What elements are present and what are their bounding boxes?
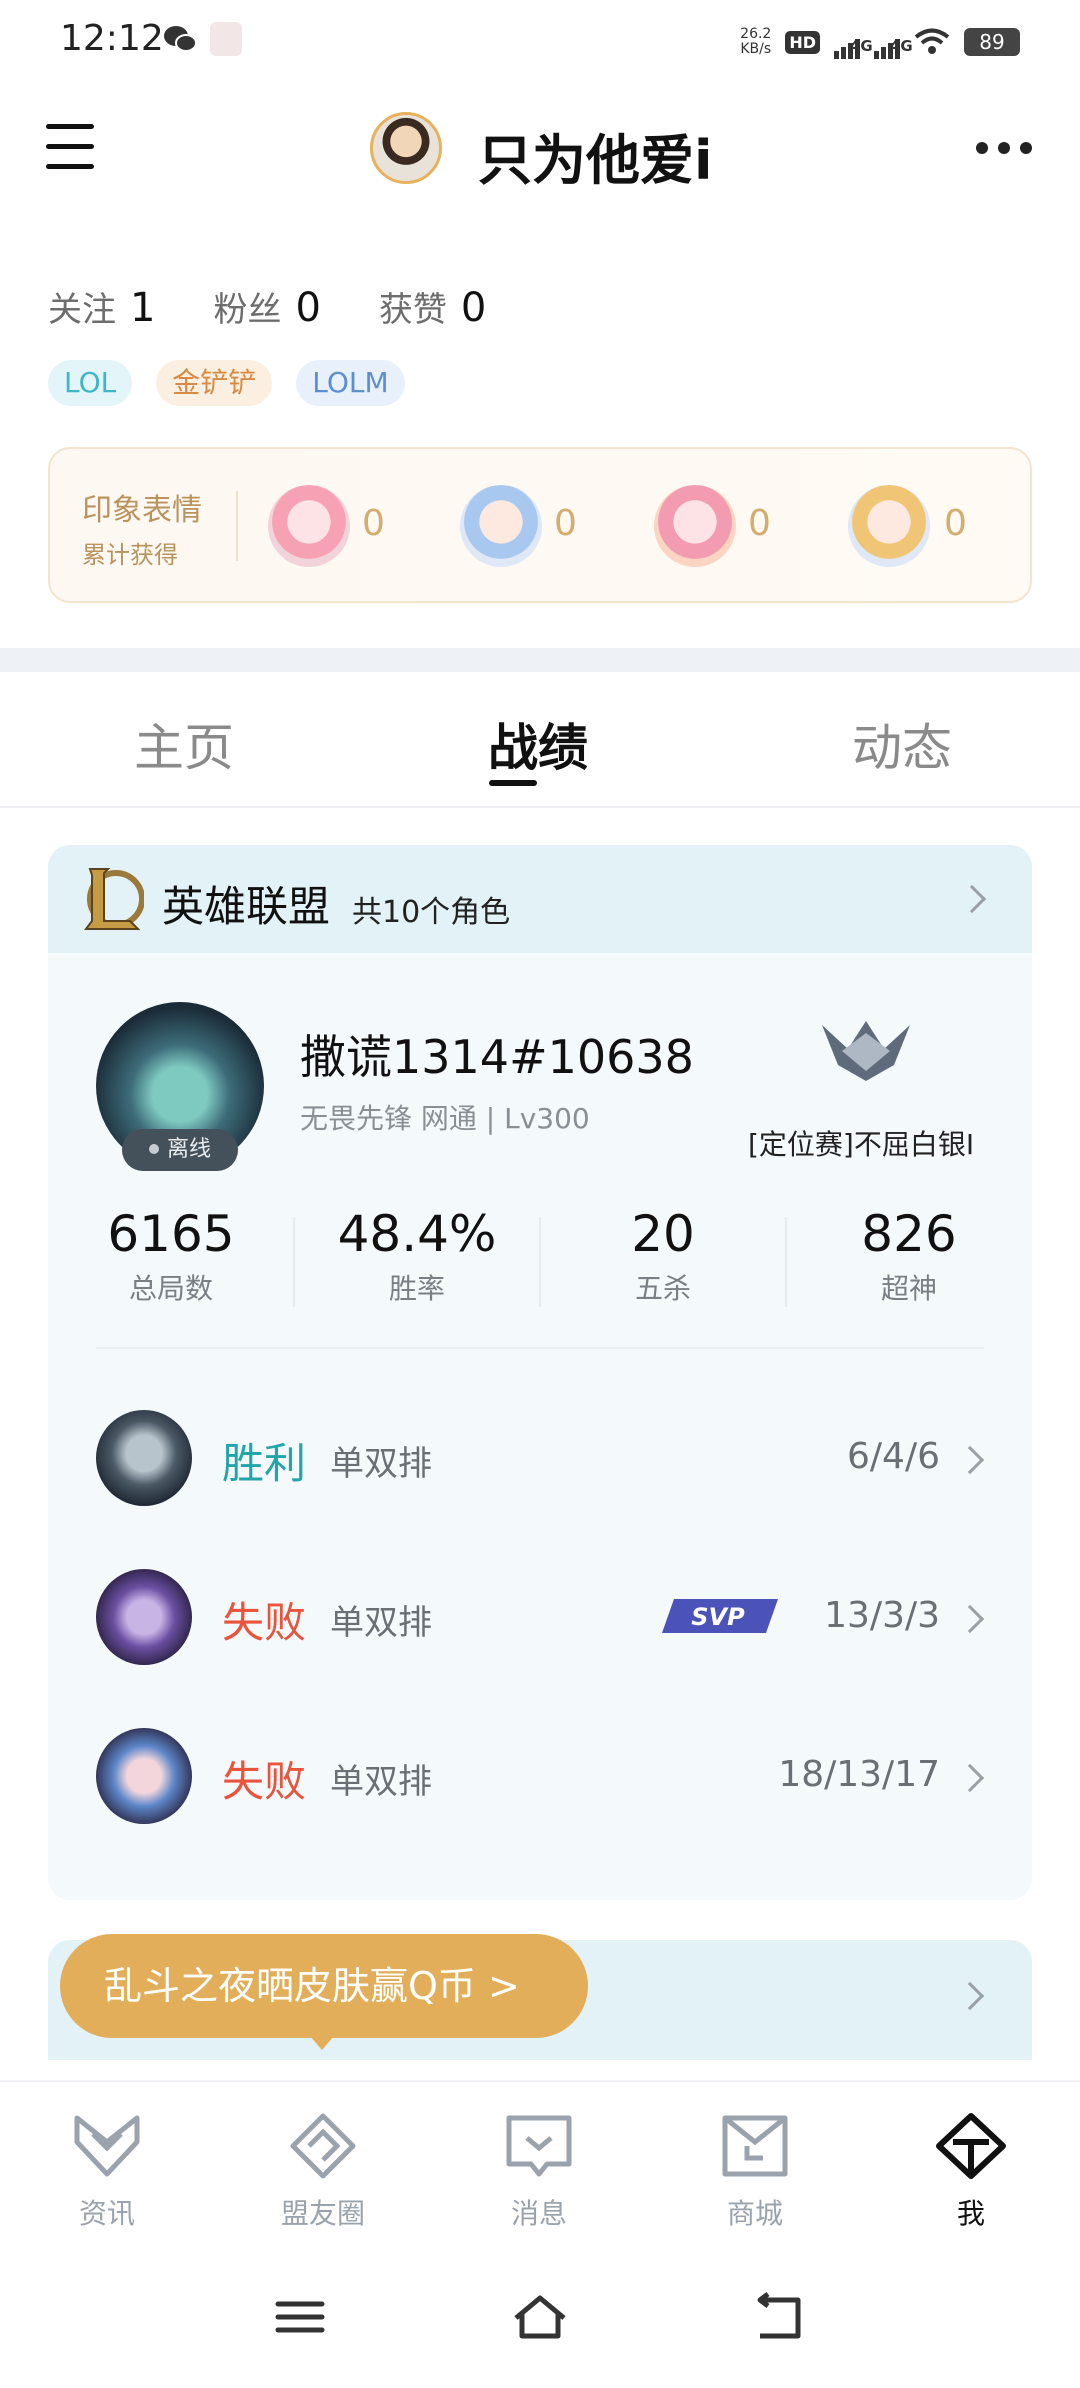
active-tab-indicator: [489, 780, 537, 786]
champion-icon: [96, 1569, 192, 1665]
network-speed: 26.2 KB/s: [740, 26, 772, 57]
message-icon: [506, 2115, 572, 2177]
lol-logo-icon: [84, 868, 144, 930]
stat-followers[interactable]: 粉丝 0: [213, 282, 320, 331]
rank-emblem-icon[interactable]: [818, 1015, 914, 1087]
metric-legendary: 826 超神: [861, 1205, 957, 1305]
chevron-right-icon: [957, 884, 987, 914]
tab-activity[interactable]: 动态: [852, 708, 952, 780]
svg-text:SVP: SVP: [691, 1603, 745, 1631]
emote-angry-icon: [268, 485, 350, 567]
signal-icon: 4G: [834, 25, 873, 59]
match-result: 胜利: [222, 1439, 307, 1488]
chevron-right-icon: [955, 1763, 985, 1793]
profile-stats: 关注 1 粉丝 0 获赞 0: [48, 282, 544, 331]
tag-lolm[interactable]: LOLM: [296, 360, 405, 406]
back-icon[interactable]: [750, 2292, 810, 2342]
game-name: 英雄联盟: [162, 882, 331, 931]
signal-icon: 4G: [874, 25, 913, 59]
rank-text: [定位赛]不屈白银I: [748, 1128, 975, 1161]
match-row[interactable]: 胜利 单双排 6/4/6: [48, 1408, 1032, 1508]
avatar[interactable]: [370, 112, 442, 184]
emote-heart-icon: [654, 485, 736, 567]
news-icon: [74, 2115, 140, 2177]
match-result: 失败: [222, 1598, 307, 1647]
match-kda: 13/3/3: [824, 1595, 940, 1636]
tab-home[interactable]: 主页: [134, 708, 234, 780]
tag-jcc[interactable]: 金铲铲: [156, 360, 273, 406]
app-notification-icon: [210, 22, 242, 56]
game-tags: LOL 金铲铲 LOLM: [48, 360, 405, 406]
username: 只为他爱i: [478, 129, 713, 192]
nav-news[interactable]: 资讯: [32, 2112, 182, 2232]
nav-me[interactable]: 我: [896, 2112, 1046, 2232]
match-kda: 6/4/6: [847, 1436, 940, 1477]
emote-count: 0: [554, 503, 577, 544]
battery-icon: 89: [964, 28, 1020, 56]
champion-icon: [96, 1410, 192, 1506]
metric-win-rate: 48.4% 胜率: [337, 1205, 497, 1305]
tab-records[interactable]: 战绩: [488, 708, 588, 780]
recent-apps-icon[interactable]: [270, 2292, 330, 2342]
impression-title: 印象表情: [82, 493, 202, 528]
chevron-right-icon: [955, 1981, 985, 2011]
emote-wave-icon: [460, 485, 542, 567]
section-separator: [0, 648, 1080, 672]
chevron-right-icon: [955, 1604, 985, 1634]
impression-subtitle: 累计获得: [82, 541, 178, 569]
online-status-badge: 离线: [122, 1129, 238, 1171]
banner-pointer: [310, 2036, 334, 2050]
stat-likes[interactable]: 获赞 0: [379, 282, 486, 331]
promo-banner[interactable]: 乱斗之夜晒皮肤赢Q币 >: [60, 1934, 588, 2038]
menu-icon[interactable]: [46, 124, 94, 174]
status-bar: 12:12 26.2 KB/s HD 4G 4G 89: [0, 0, 1080, 80]
profile-tabs: 主页 战绩 动态: [0, 672, 1080, 808]
profile-header: 只为他爱i: [0, 100, 1080, 200]
impression-card[interactable]: 印象表情 累计获得 0 0 0 0: [48, 447, 1032, 603]
chevron-right-icon: [955, 1445, 985, 1475]
role-count: 共10个角色: [352, 895, 511, 930]
nav-shop[interactable]: 商城: [680, 2112, 830, 2232]
nav-friends-circle[interactable]: 盟友圈: [248, 2112, 398, 2232]
divider: [96, 1347, 984, 1349]
metric-penta-kills: 20 五杀: [631, 1205, 695, 1305]
emote-gg-icon: [848, 485, 930, 567]
home-icon[interactable]: [510, 2292, 570, 2342]
system-navigation: [0, 2252, 1080, 2388]
me-icon: [936, 2113, 1006, 2179]
match-mode: 单双排: [330, 1444, 432, 1484]
emote-count: 0: [748, 503, 771, 544]
match-result: 失败: [222, 1757, 307, 1806]
champion-icon: [96, 1728, 192, 1824]
match-row[interactable]: 失败 单双排 18/13/17: [48, 1726, 1032, 1826]
game-card-header[interactable]: 英雄联盟 共10个角色: [48, 845, 1032, 953]
shop-icon: [722, 2115, 788, 2177]
player-name: 撒谎1314#10638: [300, 1030, 694, 1084]
match-row[interactable]: 失败 单双排 SVP 13/3/3: [48, 1567, 1032, 1667]
metric-total-games: 6165 总局数: [107, 1205, 235, 1305]
nav-messages[interactable]: 消息: [464, 2112, 614, 2232]
friends-circle-icon: [290, 2113, 356, 2179]
bottom-nav: 资讯 盟友圈 消息 商城 我: [0, 2082, 1080, 2252]
match-mode: 单双排: [330, 1603, 432, 1643]
hd-icon: HD: [785, 30, 820, 54]
svp-badge-icon: SVP: [662, 1599, 778, 1633]
game-record-card: 英雄联盟 共10个角色 离线 撒谎1314#10638 无畏先锋 网通 | Lv…: [48, 845, 1032, 1900]
player-info: 无畏先锋 网通 | Lv300: [300, 1102, 590, 1135]
status-time: 12:12: [60, 18, 164, 59]
divider: [236, 491, 238, 561]
wechat-icon: [164, 26, 197, 52]
emote-count: 0: [944, 503, 967, 544]
stat-following[interactable]: 关注 1: [48, 282, 155, 331]
match-kda: 18/13/17: [778, 1754, 940, 1795]
career-metrics: 6165 总局数 48.4% 胜率 20 五杀 826 超神: [48, 1205, 1032, 1325]
more-icon[interactable]: [976, 142, 1032, 154]
tag-lol[interactable]: LOL: [48, 360, 133, 406]
match-mode: 单双排: [330, 1762, 432, 1802]
emote-count: 0: [362, 503, 385, 544]
